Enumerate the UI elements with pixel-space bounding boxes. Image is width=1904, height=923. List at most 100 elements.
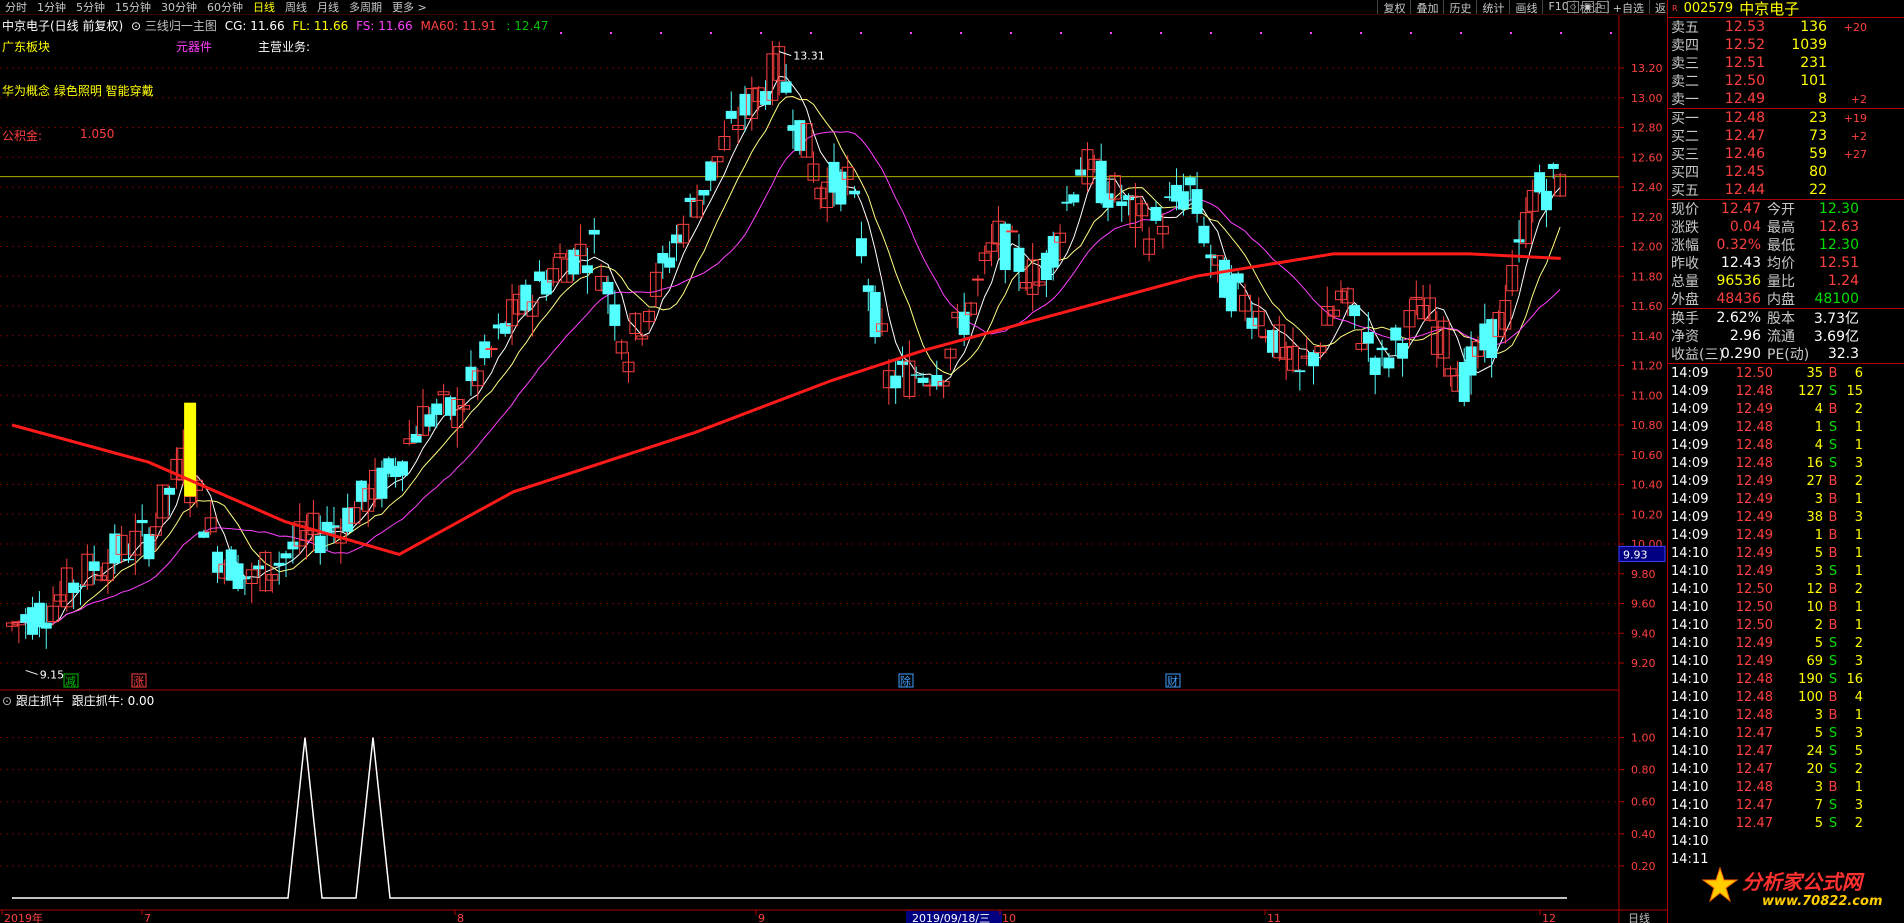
tick-time: 14:10 [1671,671,1709,687]
tick-count: 3 [1854,725,1863,741]
tool-button[interactable]: 复权 [1377,0,1410,15]
stat-value: 12.30 [1818,237,1859,253]
tick-direction: S [1828,725,1838,741]
order-change: +2 [1850,129,1867,143]
tick-time: 14:10 [1671,797,1709,813]
period-tab[interactable]: 日线 [248,0,280,15]
period-tab[interactable]: 30分钟 [156,0,202,15]
candle-body [396,461,408,476]
candle-body [1308,352,1320,367]
tick-price: 12.48 [1735,455,1773,471]
stat-value: 2.62% [1716,310,1761,326]
category-label[interactable]: 元器件 [176,38,212,55]
tick-count: 2 [1854,581,1863,597]
tick-time: 14:10 [1671,779,1709,795]
tool-button[interactable]: 历史 [1443,0,1476,15]
stat-label: 总量 [1671,274,1699,290]
tick-count: 2 [1854,761,1863,777]
order-price: 12.45 [1724,164,1765,180]
tick-count: 4 [1854,689,1863,705]
tick-row: 14:09 12.48 1 S 1 [1668,418,1904,436]
tick-volume: 5 [1814,815,1823,831]
tick-list[interactable]: 14:09 12.50 35 B 6 14:09 12.48 127 S 15 14… [1668,364,1904,868]
candle-body [581,265,593,274]
price-tick-label: 10.20 [1631,508,1663,521]
settings-icon[interactable]: ⊙ [131,19,141,33]
sub-chart-value: 跟庄抓牛: 0.00 [71,694,155,708]
tick-time: 14:10 [1671,761,1709,777]
indicator-name[interactable]: 三线归一主图 [145,19,217,33]
order-row[interactable]: 卖一 12.49 8 +2 [1668,90,1904,108]
tick-row: 14:09 12.49 3 B 1 [1668,490,1904,508]
tick-direction: B [1828,491,1838,507]
sub-settings-icon[interactable]: ⊙ [2,694,12,708]
order-row[interactable]: 买二 12.47 73 +2 [1668,127,1904,145]
candle-body [609,304,621,326]
candle-body [705,161,717,181]
tick-volume: 7 [1814,797,1823,813]
price-tick-label: 9.80 [1631,568,1656,581]
tick-time: 14:10 [1671,725,1709,741]
order-label: 买一 [1671,111,1699,127]
order-row[interactable]: 买一 12.48 23 +19 [1668,109,1904,127]
signal-dot [1410,32,1412,34]
window-restore-button[interactable]: ▣ [1582,1,1594,13]
tick-price: 12.49 [1735,401,1773,417]
concepts-label[interactable]: 华为概念 绿色照明 智能穿戴 [2,82,154,99]
sector-label[interactable]: 广东板块 [2,38,50,55]
chart-title: 中京电子(日线 前复权) [2,19,124,33]
window-close-button[interactable]: ▫ [1597,1,1609,13]
tool-button[interactable]: 统计 [1476,0,1509,15]
period-tab[interactable]: 周线 [280,0,312,15]
stat-label: 最高 [1767,220,1795,236]
quote-stats: 现价 12.47 今开 12.30 涨跌 0.04 最高 12.63 涨幅 0.32… [1668,200,1904,309]
fs-value: FS: 11.66 [356,19,413,33]
candle-body [1540,190,1552,211]
order-row[interactable]: 买五 12.44 22 [1668,181,1904,199]
tick-volume: 12 [1806,581,1823,597]
stat-value: 12.30 [1818,201,1859,217]
tick-count: 1 [1854,617,1863,633]
signal-dot [760,32,762,34]
tick-row: 14:10 12.49 69 S 3 [1668,652,1904,670]
order-row[interactable]: 卖五 12.53 136 +20 [1668,18,1904,36]
tick-price: 12.47 [1735,743,1773,759]
order-row[interactable]: 卖四 12.52 1039 [1668,36,1904,54]
price-tick-label: 10.80 [1631,419,1663,432]
order-row[interactable]: 买三 12.46 59 +27 [1668,145,1904,163]
current-price-label: 9.93 [1623,548,1648,561]
period-tab[interactable]: 60分钟 [202,0,248,15]
candle-body [1294,370,1306,373]
stat-value: 48100 [1814,291,1859,307]
period-tab[interactable]: 多周期 [344,0,387,15]
tick-time: 14:10 [1671,545,1709,561]
period-tab[interactable]: 15分钟 [110,0,156,15]
order-row[interactable]: 买四 12.45 80 [1668,163,1904,181]
order-row[interactable]: 卖三 12.51 231 [1668,54,1904,72]
period-tab[interactable]: 更多 > [387,0,432,15]
signal-dot [1560,32,1562,34]
order-price: 12.48 [1724,110,1765,126]
stat-value: 0.290 [1720,346,1761,362]
candle-body [1047,235,1059,268]
candle-body [122,558,134,561]
tick-time: 14:09 [1671,383,1709,399]
tick-price: 12.48 [1735,419,1773,435]
period-tab[interactable]: 月线 [312,0,344,15]
sub-chart-title[interactable]: 跟庄抓牛 [16,694,64,708]
window-minimize-button[interactable]: ◇ [1567,1,1579,13]
period-tab[interactable]: 1分钟 [32,0,71,15]
tick-volume: 5 [1814,725,1823,741]
order-row[interactable]: 卖二 12.50 101 [1668,72,1904,90]
fundamental-stats: 换手 2.62% 股本 3.73亿 净资 2.96 流通 3.69亿 收益(三) 0… [1668,309,1904,364]
tick-count: 1 [1854,779,1863,795]
tick-volume: 5 [1814,635,1823,651]
tool-button[interactable]: +自选 [1606,0,1649,15]
period-tab[interactable]: 5分钟 [71,0,110,15]
tool-button[interactable]: 画线 [1509,0,1542,15]
period-tab[interactable]: 分时 [0,0,32,15]
tool-button[interactable]: 叠加 [1410,0,1443,15]
tick-time: 14:10 [1671,617,1709,633]
kline-chart[interactable]: 13.20 13.00 12.80 12.60 12.40 12.20 12.00 11.80… [0,15,1667,923]
fund-label: 公积金: [2,129,43,143]
